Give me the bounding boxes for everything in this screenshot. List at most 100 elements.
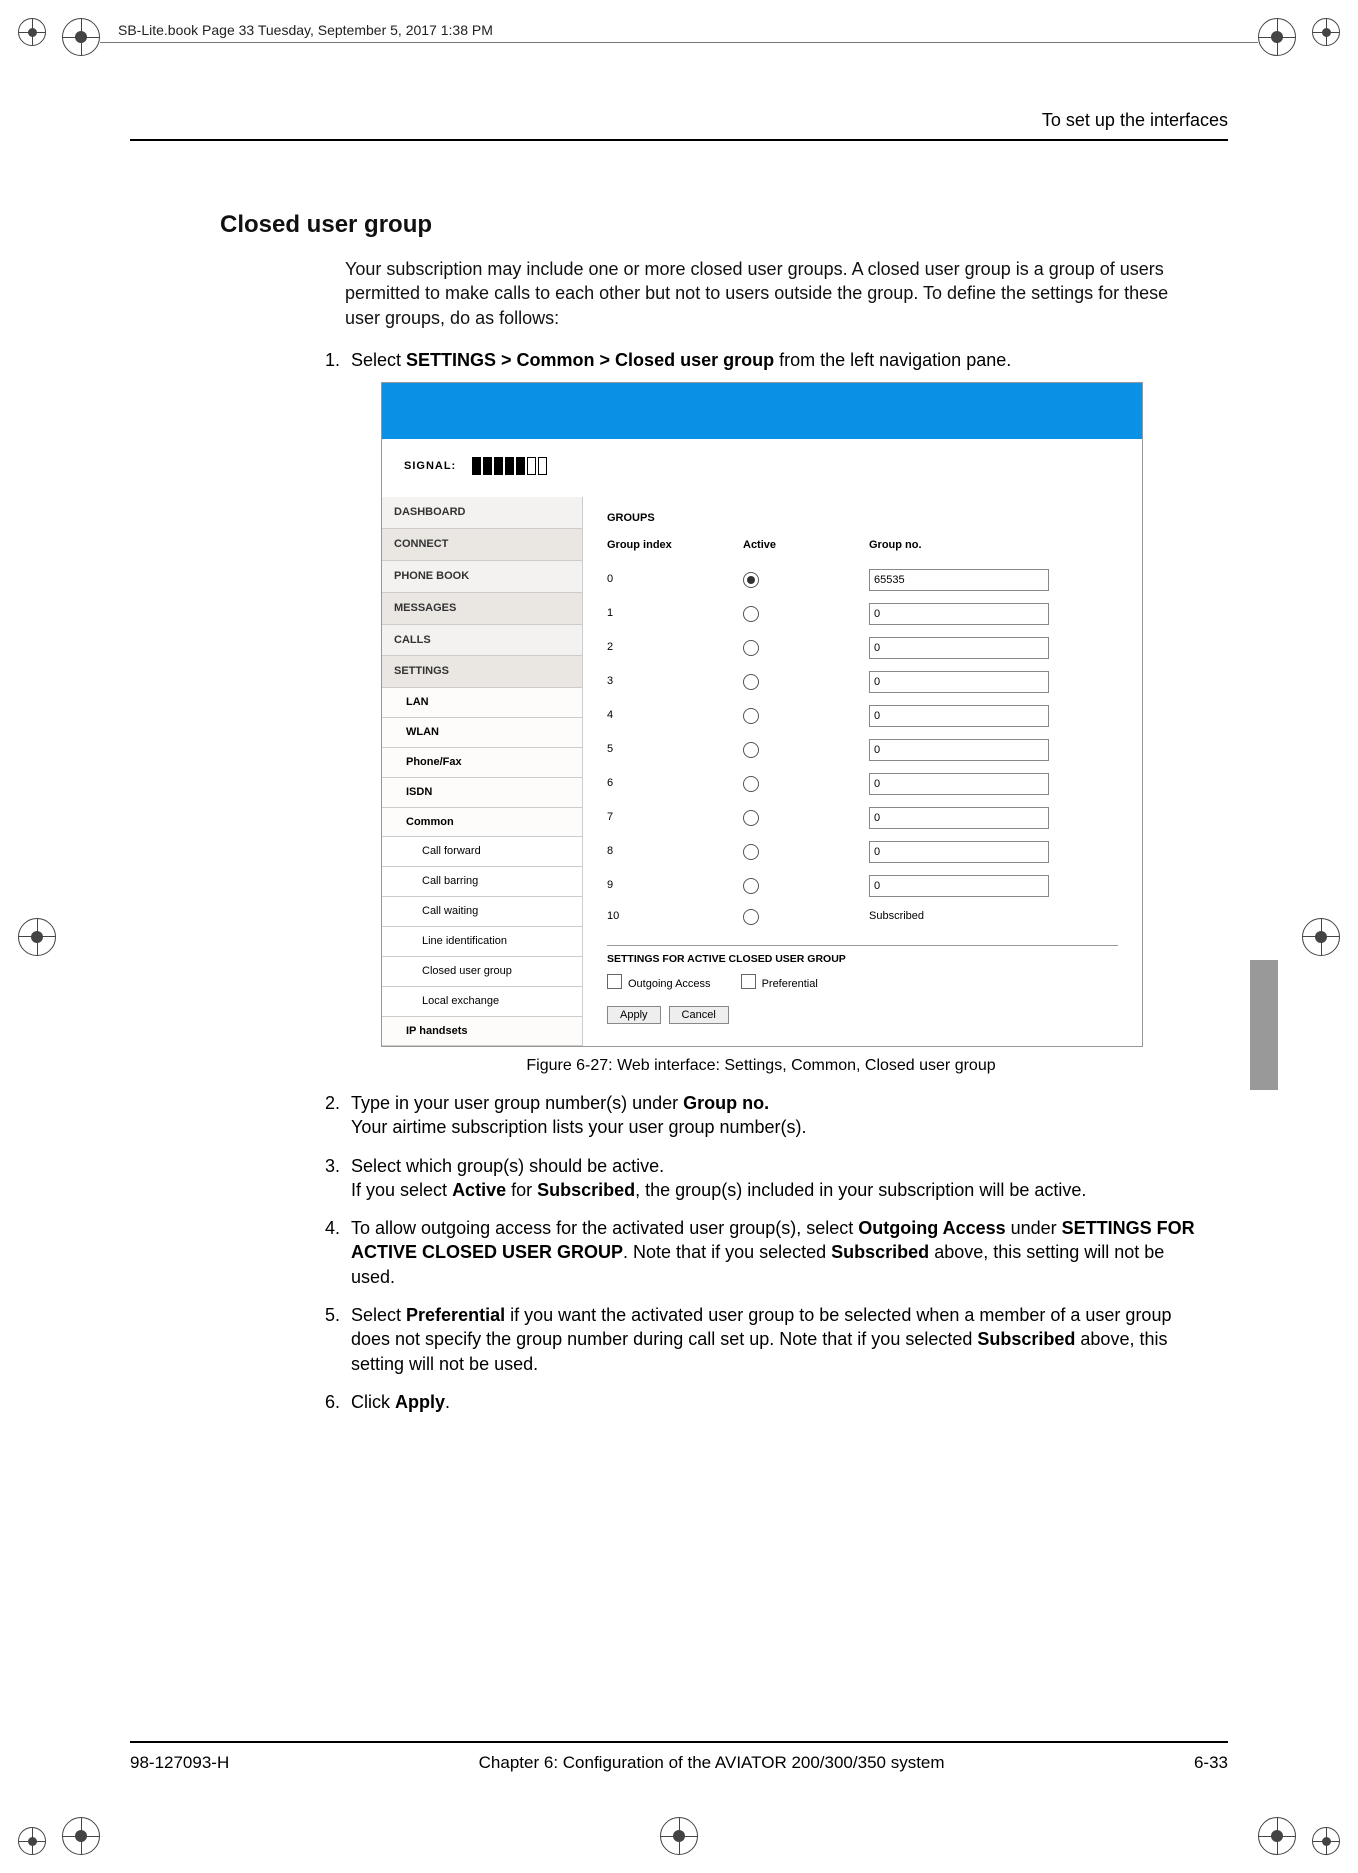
nav-settings[interactable]: SETTINGS: [382, 656, 582, 688]
group-active-radio[interactable]: [743, 878, 759, 894]
group-index-cell: 1: [607, 597, 743, 631]
group-active-radio[interactable]: [743, 572, 759, 588]
crop-reg-icon: [62, 1817, 100, 1855]
group-no-input[interactable]: [869, 671, 1049, 693]
crop-reg-icon: [18, 18, 46, 46]
th-active: Active: [743, 534, 869, 563]
th-group-no: Group no.: [869, 534, 1118, 563]
footer-page: 6-33: [1194, 1753, 1228, 1773]
nav-ip-handsets[interactable]: IP handsets: [382, 1017, 582, 1047]
row-10-subscribed-label: Subscribed: [869, 903, 1118, 931]
figure-caption: Figure 6-27: Web interface: Settings, Co…: [381, 1055, 1141, 1077]
nav-calls[interactable]: CALLS: [382, 625, 582, 657]
group-row: 6: [607, 767, 1118, 801]
group-index-cell: 9: [607, 869, 743, 903]
group-row: 2: [607, 631, 1118, 665]
crop-reg-icon: [660, 1817, 698, 1855]
crop-reg-icon: [62, 18, 100, 56]
step-5: Select Preferential if you want the acti…: [345, 1303, 1198, 1376]
nav-wlan[interactable]: WLAN: [382, 718, 582, 748]
group-row: 3: [607, 665, 1118, 699]
crop-reg-icon: [1312, 1827, 1340, 1855]
group-active-radio[interactable]: [743, 742, 759, 758]
apply-button[interactable]: Apply: [607, 1006, 661, 1024]
nav-isdn[interactable]: ISDN: [382, 778, 582, 808]
group-row: 8: [607, 835, 1118, 869]
running-head: To set up the interfaces: [130, 110, 1228, 141]
footer-chapter: Chapter 6: Configuration of the AVIATOR …: [479, 1753, 945, 1773]
nav-dashboard[interactable]: DASHBOARD: [382, 497, 582, 529]
group-active-radio[interactable]: [743, 674, 759, 690]
step-2: Type in your user group number(s) under …: [345, 1091, 1198, 1140]
section-heading: Closed user group: [130, 211, 1228, 239]
figure-webui: SIGNAL: DASHBOARD CONNECT PHONE BOOK MES…: [381, 382, 1141, 1047]
group-index-cell: 0: [607, 563, 743, 597]
crop-reg-icon: [1312, 18, 1340, 46]
step-3: Select which group(s) should be active. …: [345, 1154, 1198, 1203]
group-active-radio[interactable]: [743, 606, 759, 622]
group-row: 0: [607, 563, 1118, 597]
nav-common[interactable]: Common: [382, 808, 582, 838]
webui-nav: DASHBOARD CONNECT PHONE BOOK MESSAGES CA…: [382, 497, 583, 1046]
frame-line: [100, 42, 1258, 43]
group-no-input[interactable]: [869, 739, 1049, 761]
nav-connect[interactable]: CONNECT: [382, 529, 582, 561]
group-active-radio[interactable]: [743, 708, 759, 724]
group-active-radio[interactable]: [743, 776, 759, 792]
group-active-radio[interactable]: [743, 844, 759, 860]
group-active-radio[interactable]: [743, 810, 759, 826]
group-index-cell: 6: [607, 767, 743, 801]
footer-doc-id: 98-127093-H: [130, 1753, 229, 1773]
group-row: 9: [607, 869, 1118, 903]
active-cug-settings-heading: SETTINGS FOR ACTIVE CLOSED USER GROUP: [607, 945, 1118, 966]
nav-phonebook[interactable]: PHONE BOOK: [382, 561, 582, 593]
nav-call-forward[interactable]: Call forward: [382, 837, 582, 867]
crop-reg-icon: [1302, 918, 1340, 956]
group-no-input[interactable]: [869, 637, 1049, 659]
group-row: 1: [607, 597, 1118, 631]
nav-phonefax[interactable]: Phone/Fax: [382, 748, 582, 778]
group-row: 5: [607, 733, 1118, 767]
nav-lan[interactable]: LAN: [382, 688, 582, 718]
chk-outgoing-access[interactable]: Outgoing Access: [607, 974, 711, 992]
nav-call-barring[interactable]: Call barring: [382, 867, 582, 897]
groups-heading: GROUPS: [607, 511, 1118, 526]
group-no-input[interactable]: [869, 705, 1049, 727]
group-index-cell: 5: [607, 733, 743, 767]
group-index-cell: 7: [607, 801, 743, 835]
thumb-index-tab: [1250, 960, 1278, 1090]
nav-local-exchange[interactable]: Local exchange: [382, 987, 582, 1017]
crop-reg-icon: [1258, 18, 1296, 56]
row-10-radio[interactable]: [743, 909, 759, 925]
group-no-input[interactable]: [869, 841, 1049, 863]
group-no-input[interactable]: [869, 569, 1049, 591]
group-index-cell: 2: [607, 631, 743, 665]
step-6: Click Apply.: [345, 1390, 1198, 1414]
group-index-cell: 8: [607, 835, 743, 869]
nav-messages[interactable]: MESSAGES: [382, 593, 582, 625]
frame-header: SB-Lite.book Page 33 Tuesday, September …: [118, 22, 493, 38]
group-no-input[interactable]: [869, 773, 1049, 795]
signal-bars-icon: [472, 457, 547, 475]
intro-paragraph: Your subscription may include one or mor…: [345, 257, 1198, 330]
crop-reg-icon: [18, 918, 56, 956]
crop-reg-icon: [18, 1827, 46, 1855]
step-4: To allow outgoing access for the activat…: [345, 1216, 1198, 1289]
group-active-radio[interactable]: [743, 640, 759, 656]
cancel-button[interactable]: Cancel: [669, 1006, 729, 1024]
group-no-input[interactable]: [869, 807, 1049, 829]
step-1: Select SETTINGS > Common > Closed user g…: [345, 348, 1198, 1077]
nav-call-waiting[interactable]: Call waiting: [382, 897, 582, 927]
group-no-input[interactable]: [869, 603, 1049, 625]
nav-line-id[interactable]: Line identification: [382, 927, 582, 957]
group-index-cell: 4: [607, 699, 743, 733]
th-group-index: Group index: [607, 534, 743, 563]
group-no-input[interactable]: [869, 875, 1049, 897]
row-10-index: 10: [607, 903, 743, 931]
signal-label: SIGNAL:: [404, 459, 456, 474]
group-row: 4: [607, 699, 1118, 733]
nav-closed-user-group[interactable]: Closed user group: [382, 957, 582, 987]
crop-reg-icon: [1258, 1817, 1296, 1855]
chk-preferential[interactable]: Preferential: [741, 974, 818, 992]
group-index-cell: 3: [607, 665, 743, 699]
